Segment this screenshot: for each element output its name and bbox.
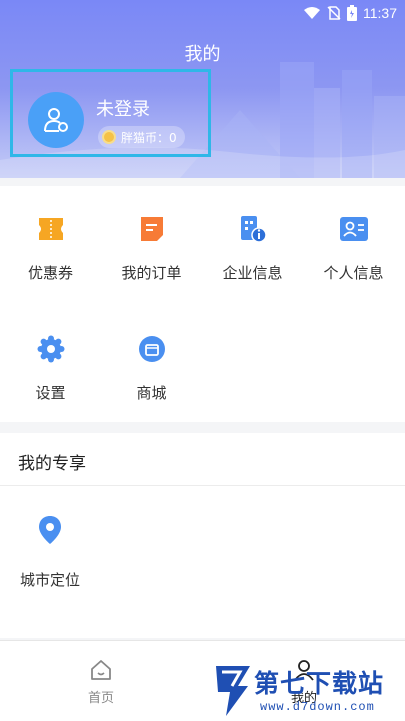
user-avatar-icon [44, 108, 68, 132]
menu-item-company-info[interactable]: 企业信息 [202, 214, 303, 283]
coupon-icon [38, 218, 63, 240]
login-status[interactable]: 未登录 [96, 95, 150, 121]
order-icon [140, 217, 163, 241]
page-title: 我的 [184, 44, 221, 65]
menu-item-store[interactable]: 商城 [101, 334, 202, 403]
menu-item-coupon[interactable]: 优惠券 [0, 214, 101, 283]
watermark-url: www.d7down.com [260, 700, 375, 714]
menu-grid: 优惠券 我的订单 企业信息 个人信息 设置 商城 [0, 186, 405, 422]
menu-item-label: 个人信息 [323, 264, 384, 282]
menu-item-settings[interactable]: 设置 [0, 334, 101, 403]
menu-item-label: 企业信息 [222, 264, 283, 282]
exclusive-item-city-location[interactable]: 城市定位 [6, 515, 94, 590]
nav-tab-home[interactable]: 首页 [71, 659, 131, 706]
menu-item-label: 优惠券 [27, 264, 73, 282]
no-sim-icon [327, 6, 341, 20]
status-bar: 11:37 [0, 0, 405, 28]
coin-icon [102, 130, 116, 144]
site-watermark: 第七下载站 www.d7down.com [212, 660, 405, 720]
avatar[interactable] [28, 92, 84, 148]
home-icon [91, 660, 111, 680]
company-info-icon [240, 216, 267, 243]
menu-item-label: 我的订单 [121, 264, 182, 282]
nav-tab-label: 首页 [87, 691, 114, 706]
menu-item-personal-info[interactable]: 个人信息 [303, 214, 404, 283]
coin-balance-badge: 胖猫币：0 [98, 126, 185, 148]
menu-item-label: 设置 [35, 384, 66, 402]
personal-info-icon [339, 217, 368, 241]
exclusive-section: 我的专享 城市定位 [0, 433, 405, 638]
status-time: 11:37 [363, 5, 397, 21]
menu-item-orders[interactable]: 我的订单 [101, 214, 202, 283]
location-pin-icon [39, 516, 61, 544]
battery-icon [347, 5, 357, 21]
wifi-icon [304, 7, 320, 19]
divider [0, 485, 405, 486]
watermark-text: 第七下载站 [254, 670, 385, 698]
menu-item-label: 商城 [136, 384, 167, 402]
exclusive-item-label: 城市定位 [19, 571, 80, 589]
gear-icon [37, 335, 64, 363]
watermark-logo-icon [216, 666, 250, 716]
section-title: 我的专享 [18, 454, 86, 474]
coin-balance-text: 胖猫币：0 [121, 130, 177, 145]
store-icon [138, 336, 165, 362]
